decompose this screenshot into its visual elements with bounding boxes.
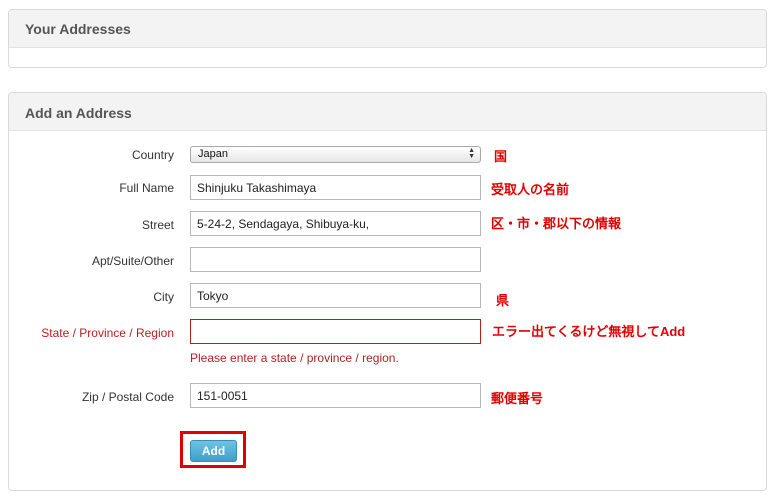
apt-field[interactable]: [190, 247, 481, 272]
annotation-street: 区・市・郡以下の情報: [491, 216, 622, 231]
zip-label: Zip / Postal Code: [81, 390, 174, 404]
country-select-value: Japan: [198, 148, 228, 160]
annotation-state: エラー出てくるけど無視してAdd: [492, 324, 686, 339]
full-name-field[interactable]: [190, 175, 481, 200]
zip-field[interactable]: [190, 383, 481, 408]
your-addresses-panel: Your Addresses: [8, 9, 767, 68]
city-label: City: [153, 290, 174, 304]
full-name-label: Full Name: [119, 181, 174, 195]
street-field[interactable]: [190, 211, 481, 236]
state-label: State / Province / Region: [41, 326, 174, 340]
street-label: Street: [141, 218, 174, 232]
state-error-message: Please enter a state / province / region…: [190, 351, 399, 365]
your-addresses-title: Your Addresses: [9, 10, 766, 48]
annotation-full-name: 受取人の名前: [491, 182, 570, 197]
state-field[interactable]: [190, 319, 481, 344]
city-field[interactable]: [190, 283, 481, 308]
annotation-zip: 郵便番号: [491, 391, 544, 406]
country-select[interactable]: Japan ▲ ▼: [190, 146, 481, 163]
apt-label: Apt/Suite/Other: [91, 254, 174, 268]
select-arrows-icon: ▲ ▼: [468, 147, 475, 160]
country-label: Country: [131, 148, 174, 162]
annotation-city: 県: [496, 293, 510, 308]
annotation-country: 国: [494, 149, 508, 164]
add-button[interactable]: Add: [190, 440, 237, 462]
add-address-title: Add an Address: [9, 93, 766, 131]
